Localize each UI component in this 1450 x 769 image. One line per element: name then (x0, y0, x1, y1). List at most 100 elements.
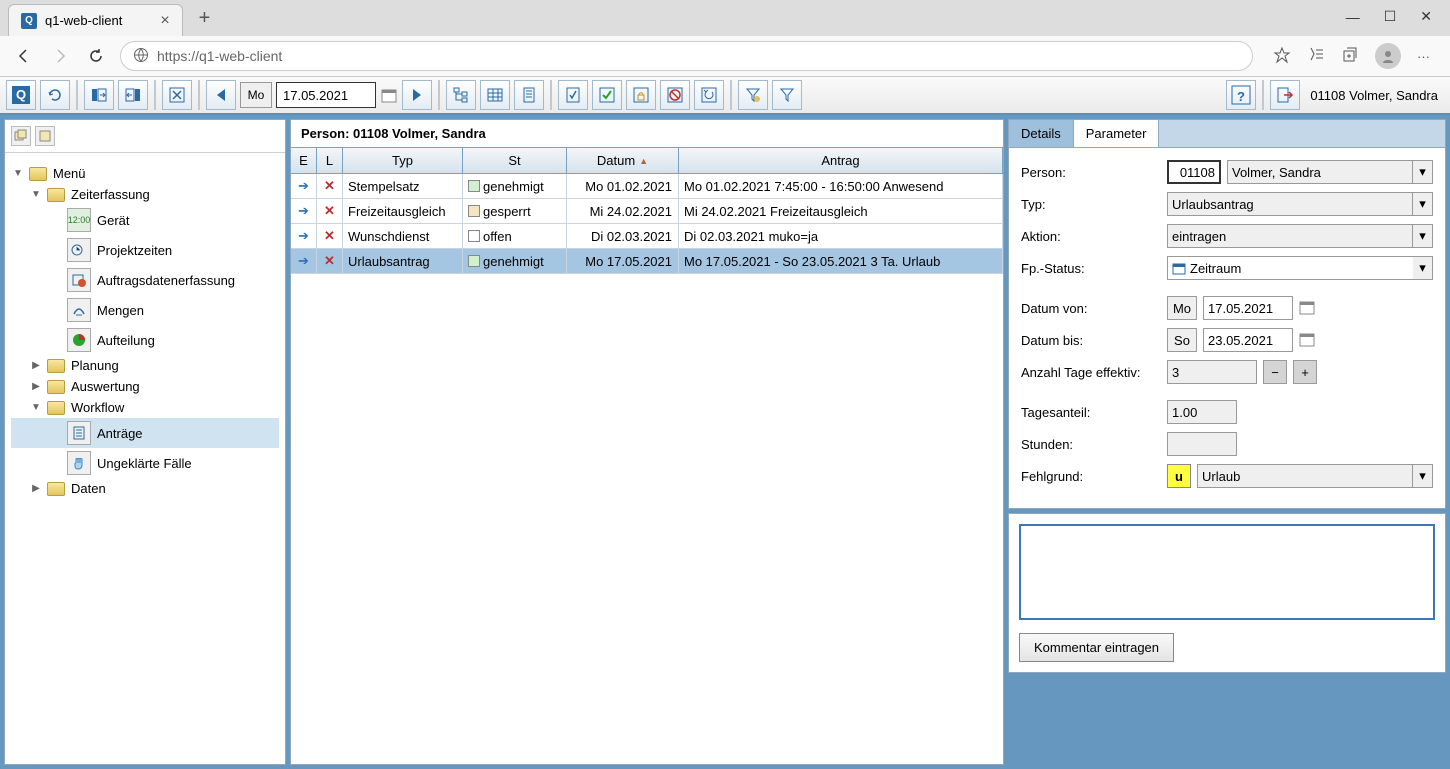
filter-button[interactable] (772, 80, 802, 110)
comment-textarea[interactable] (1019, 524, 1435, 620)
arrow-right-icon[interactable]: ➔ (298, 253, 309, 269)
logout-button[interactable] (1270, 80, 1300, 110)
col-st[interactable]: St (463, 148, 567, 173)
col-l[interactable]: L (317, 148, 343, 173)
tree-projektzeiten[interactable]: Projektzeiten (11, 235, 279, 265)
filter-config-button[interactable] (738, 80, 768, 110)
detail-panel: Details Parameter Person: ▾ Typ: ▾ Aktio… (1008, 119, 1446, 509)
prev-button[interactable] (206, 80, 236, 110)
sidebar-stack-icon[interactable] (11, 126, 31, 146)
favorites-list-icon[interactable] (1307, 46, 1325, 67)
lock-button[interactable] (626, 80, 656, 110)
back-button[interactable] (12, 44, 36, 68)
col-antrag[interactable]: Antrag (679, 148, 1003, 173)
maximize-icon[interactable]: ☐ (1384, 8, 1397, 25)
delete-icon[interactable]: ✕ (324, 203, 335, 219)
typ-select[interactable] (1167, 192, 1413, 216)
hierarchy-button[interactable] (446, 80, 476, 110)
table-button[interactable] (480, 80, 510, 110)
col-e[interactable]: E (291, 148, 317, 173)
url-input[interactable] (157, 48, 1240, 64)
aktion-select[interactable] (1167, 224, 1413, 248)
tree-ungeklaert[interactable]: Ungeklärte Fälle (11, 448, 279, 478)
fehlgrund-select[interactable] (1197, 464, 1413, 488)
label-fehlgrund: Fehlgrund: (1021, 469, 1161, 484)
person-id-input[interactable] (1167, 160, 1221, 184)
dropdown-icon[interactable]: ▾ (1413, 256, 1433, 280)
browser-tab[interactable]: Q q1-web-client × (8, 4, 183, 36)
approve-button[interactable] (592, 80, 622, 110)
more-icon[interactable]: ··· (1417, 49, 1430, 64)
arrow-right-icon[interactable]: ➔ (298, 178, 309, 194)
plus-button[interactable]: + (1293, 360, 1317, 384)
tree-daten[interactable]: ▶Daten (11, 478, 279, 499)
tab-details[interactable]: Details (1009, 120, 1074, 147)
minus-button[interactable]: − (1263, 360, 1287, 384)
reload-button[interactable] (84, 44, 108, 68)
stunden-input[interactable] (1167, 432, 1237, 456)
minimize-icon[interactable]: — (1346, 9, 1360, 25)
cancel-button[interactable] (162, 80, 192, 110)
label-datum-bis: Datum bis: (1021, 333, 1161, 348)
tree-planung[interactable]: ▶Planung (11, 355, 279, 376)
close-window-icon[interactable]: ✕ (1420, 8, 1432, 25)
tab-parameter[interactable]: Parameter (1074, 120, 1160, 147)
delete-icon[interactable]: ✕ (324, 178, 335, 194)
undo-button[interactable] (694, 80, 724, 110)
tagesanteil-input[interactable] (1167, 400, 1237, 424)
document-button[interactable] (514, 80, 544, 110)
dropdown-icon[interactable]: ▾ (1413, 224, 1433, 248)
dropdown-icon[interactable]: ▾ (1413, 160, 1433, 184)
refresh-button[interactable] (40, 80, 70, 110)
panel-left-button[interactable] (84, 80, 114, 110)
table-row[interactable]: ➔ ✕ Wunschdienst offen Di 02.03.2021 Di … (291, 224, 1003, 249)
von-date-input[interactable] (1203, 296, 1293, 320)
close-tab-icon[interactable]: × (160, 12, 169, 30)
next-button[interactable] (402, 80, 432, 110)
delete-icon[interactable]: ✕ (324, 228, 335, 244)
calendar-icon[interactable] (1299, 331, 1315, 350)
sidebar-single-icon[interactable] (35, 126, 55, 146)
panel-right-button[interactable] (118, 80, 148, 110)
forward-button[interactable] (48, 44, 72, 68)
help-button[interactable]: ? (1226, 80, 1256, 110)
arrow-right-icon[interactable]: ➔ (298, 228, 309, 244)
profile-avatar[interactable] (1375, 43, 1401, 69)
nav-tree: ▼Menü ▼Zeiterfassung 12:00Gerät Projektz… (5, 153, 285, 764)
tree-workflow[interactable]: ▼Workflow (11, 397, 279, 418)
von-dow (1167, 296, 1197, 320)
globe-icon (133, 47, 149, 66)
delete-icon[interactable]: ✕ (324, 253, 335, 269)
check-doc-button[interactable] (558, 80, 588, 110)
col-datum[interactable]: Datum▲ (567, 148, 679, 173)
tree-zeiterfassung[interactable]: ▼Zeiterfassung (11, 184, 279, 205)
dropdown-icon[interactable]: ▾ (1413, 464, 1433, 488)
app-logo-button[interactable]: Q (6, 80, 36, 110)
arrow-right-icon[interactable]: ➔ (298, 203, 309, 219)
app-favicon: Q (21, 13, 37, 29)
col-typ[interactable]: Typ (343, 148, 463, 173)
favorite-icon[interactable] (1273, 46, 1291, 67)
tree-menu[interactable]: ▼Menü (11, 163, 279, 184)
table-row[interactable]: ➔ ✕ Freizeitausgleich gesperrt Mi 24.02.… (291, 199, 1003, 224)
comment-submit-button[interactable]: Kommentar eintragen (1019, 633, 1174, 662)
table-row[interactable]: ➔ ✕ Urlaubsantrag genehmigt Mo 17.05.202… (291, 249, 1003, 274)
bis-date-input[interactable] (1203, 328, 1293, 352)
new-tab-button[interactable]: + (191, 7, 219, 30)
toolbar-date[interactable]: 17.05.2021 (276, 82, 376, 108)
tree-antraege[interactable]: Anträge (11, 418, 279, 448)
collections-icon[interactable] (1341, 46, 1359, 67)
tree-auswertung[interactable]: ▶Auswertung (11, 376, 279, 397)
calendar-icon[interactable] (380, 86, 398, 104)
forbid-button[interactable] (660, 80, 690, 110)
tree-geraet[interactable]: 12:00Gerät (11, 205, 279, 235)
tree-mengen[interactable]: Mengen (11, 295, 279, 325)
tree-auftrag[interactable]: Auftragsdatenerfassung (11, 265, 279, 295)
tree-aufteilung[interactable]: Aufteilung (11, 325, 279, 355)
url-bar[interactable] (120, 41, 1253, 71)
dropdown-icon[interactable]: ▾ (1413, 192, 1433, 216)
calendar-icon[interactable] (1299, 299, 1315, 318)
tage-eff-input (1167, 360, 1257, 384)
svg-text:Q: Q (16, 87, 26, 102)
table-row[interactable]: ➔ ✕ Stempelsatz genehmigt Mo 01.02.2021 … (291, 174, 1003, 199)
